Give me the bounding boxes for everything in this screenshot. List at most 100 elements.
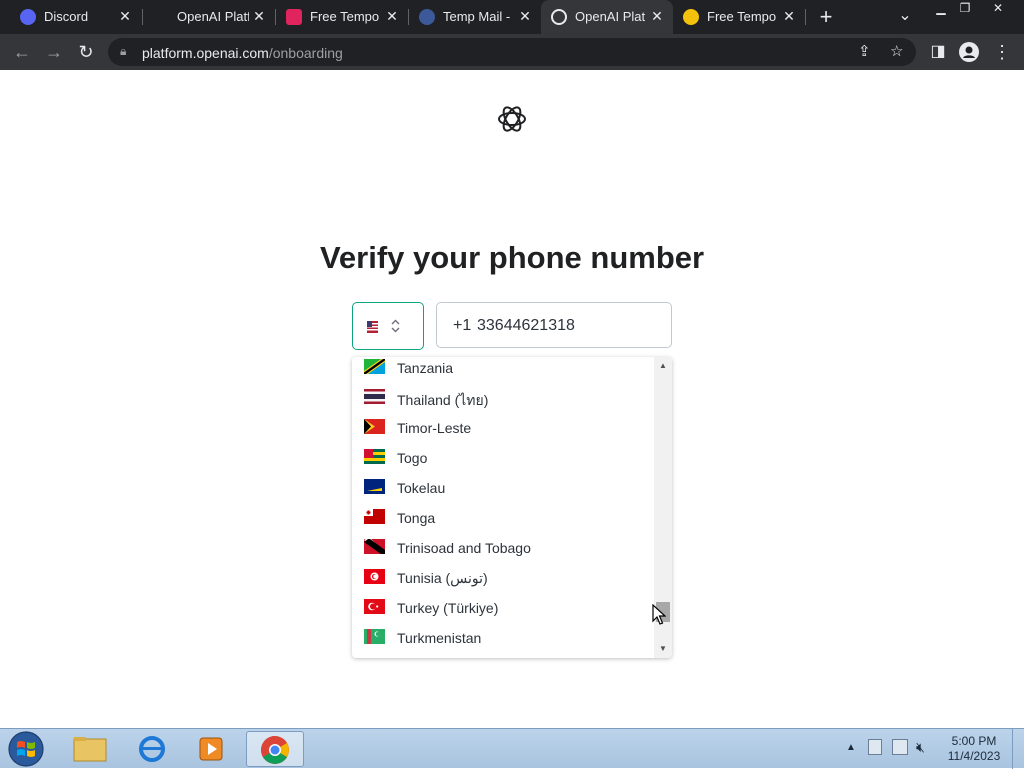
country-option-thailand[interactable]: Thailand (ไทย) — [352, 382, 654, 412]
temp-mail-icon — [683, 9, 699, 25]
tab-title: Free Tempor — [310, 9, 380, 24]
country-option-tanzania[interactable]: Tanzania — [352, 357, 654, 382]
phone-number-value: 33644621318 — [477, 317, 575, 334]
restore-button[interactable]: ❐ — [952, 0, 978, 16]
internet-explorer-icon — [139, 736, 165, 762]
chevron-up-down-icon — [391, 319, 400, 333]
media-player-icon — [199, 737, 223, 761]
country-option-turkey[interactable]: Turkey (Türkiye) — [352, 592, 654, 622]
forward-button[interactable]: → — [42, 40, 66, 64]
turkmenistan-flag-icon — [364, 629, 385, 644]
country-name: Turkmenistan — [397, 630, 482, 646]
back-button[interactable]: ← — [10, 40, 34, 64]
country-option-togo[interactable]: Togo — [352, 442, 654, 472]
url-domain: platform.openai.com — [142, 45, 269, 61]
browser-tab-bar: Discord ✕ OpenAI Platf ✕ Free Tempor ✕ T… — [0, 0, 1024, 34]
tokelau-flag-icon — [364, 479, 385, 494]
lock-icon: 🔒︎ — [120, 44, 127, 58]
url-path: /onboarding — [268, 45, 343, 61]
start-button[interactable] — [6, 730, 46, 768]
country-option-tonga[interactable]: Tonga — [352, 502, 654, 532]
browser-toolbar: ← → ↻ 🔒︎ platform.openai.com/onboarding … — [0, 34, 1024, 70]
country-name: Thailand (ไทย) — [397, 392, 489, 408]
address-bar[interactable]: 🔒︎ platform.openai.com/onboarding ⇪ ☆ — [108, 38, 916, 66]
show-hidden-icons-icon[interactable]: ▲ — [846, 742, 856, 753]
temp-mail-icon — [419, 9, 435, 25]
country-name: Tanzania — [397, 360, 454, 376]
bookmark-star-icon[interactable]: ☆ — [890, 42, 903, 60]
network-icon[interactable] — [892, 739, 908, 755]
tab-openai-platform[interactable]: OpenAI Platf ✕ — [143, 0, 275, 34]
profile-avatar[interactable] — [959, 42, 979, 62]
tab-search-button[interactable]: ⌄ — [893, 4, 917, 28]
tab-title: Discord — [44, 9, 89, 24]
share-icon[interactable]: ⇪ — [858, 42, 871, 60]
country-option-trinidad-and-tobago[interactable]: Trinisoad and Tobago — [352, 532, 654, 562]
show-desktop-button[interactable] — [1012, 729, 1024, 769]
close-icon[interactable]: ✕ — [251, 8, 267, 24]
tab-title: OpenAI Platf — [177, 9, 249, 24]
system-clock[interactable]: 5:00 PM 11/4/2023 — [938, 734, 1010, 764]
country-name: Tunisia (تونس) — [397, 570, 488, 586]
country-select[interactable] — [352, 302, 424, 350]
clock-date: 11/4/2023 — [947, 749, 1001, 763]
tab-openai-platform-active[interactable]: OpenAI Platf ✕ — [541, 0, 673, 34]
country-name: Tokelau — [397, 480, 446, 496]
temp-mail-icon — [286, 9, 302, 25]
tab-discord[interactable]: Discord ✕ — [0, 0, 142, 34]
reload-button[interactable]: ↻ — [74, 40, 98, 64]
country-option-timor-leste[interactable]: Timor-Leste — [352, 412, 654, 442]
phone-country-code: +1 — [453, 317, 472, 334]
tab-title: Temp Mail - — [443, 9, 511, 24]
taskbar-chrome[interactable] — [246, 731, 304, 767]
scroll-down-arrow-icon[interactable]: ▼ — [657, 643, 669, 655]
country-dropdown-list[interactable]: Tanzania Thailand (ไทย) Timor-Leste Togo… — [352, 357, 672, 658]
person-icon — [963, 46, 975, 58]
tab-free-temp-mail-2[interactable]: Free Tempor ✕ — [673, 0, 805, 34]
taskbar-internet-explorer[interactable] — [124, 731, 180, 767]
country-name: Timor-Leste — [397, 420, 472, 436]
discord-icon — [20, 9, 36, 25]
timor-leste-flag-icon — [364, 419, 385, 434]
close-icon[interactable]: ✕ — [517, 8, 533, 24]
page-content: Verify your phone number +1 33644621318 … — [0, 70, 1024, 728]
minimize-button[interactable]: ▁ — [928, 0, 954, 16]
mouse-cursor-icon — [652, 604, 666, 625]
phone-number-input[interactable]: +1 33644621318 — [436, 302, 672, 348]
openai-logo-icon — [498, 106, 526, 132]
volume-muted-icon[interactable]: 🔇︎ — [916, 739, 925, 756]
togo-flag-icon — [364, 449, 385, 464]
url-text: platform.openai.com/onboarding — [142, 45, 343, 61]
turkey-flag-icon — [364, 599, 385, 614]
taskbar-file-explorer[interactable] — [62, 731, 118, 767]
windows-start-icon — [8, 731, 44, 767]
scroll-up-arrow-icon[interactable]: ▲ — [657, 360, 669, 372]
close-icon[interactable]: ✕ — [649, 8, 665, 24]
chrome-icon — [261, 736, 289, 764]
close-icon[interactable]: ✕ — [781, 8, 797, 24]
country-name: Togo — [397, 450, 428, 466]
thailand-flag-icon — [364, 389, 385, 404]
menu-kebab-icon[interactable]: ⋮ — [990, 40, 1014, 64]
taskbar-media-player[interactable] — [184, 731, 240, 767]
window-close-button[interactable]: ✕ — [978, 0, 1018, 16]
close-icon[interactable]: ✕ — [384, 8, 400, 24]
close-icon[interactable]: ✕ — [117, 8, 133, 24]
country-name: Tonga — [397, 510, 436, 526]
page-title: Verify your phone number — [319, 240, 705, 275]
tab-free-temp-mail[interactable]: Free Tempor ✕ — [276, 0, 408, 34]
new-tab-button[interactable]: + — [814, 5, 838, 29]
country-option-tokelau[interactable]: Tokelau — [352, 472, 654, 502]
action-center-icon[interactable] — [868, 739, 882, 755]
tab-temp-mail[interactable]: Temp Mail - ✕ — [409, 0, 541, 34]
tonga-flag-icon — [364, 509, 385, 524]
openai-icon — [551, 9, 567, 25]
country-option-tunisia[interactable]: Tunisia (تونس) — [352, 562, 654, 592]
us-flag-icon — [367, 321, 378, 333]
tunisia-flag-icon — [364, 569, 385, 584]
side-panel-icon[interactable]: ◨ — [926, 40, 950, 64]
windows-taskbar: ▲ 🔇︎ 5:00 PM 11/4/2023 — [0, 728, 1024, 769]
tab-separator — [805, 9, 806, 25]
country-option-turkmenistan[interactable]: Turkmenistan — [352, 622, 654, 652]
clock-time: 5:00 PM — [951, 734, 997, 748]
